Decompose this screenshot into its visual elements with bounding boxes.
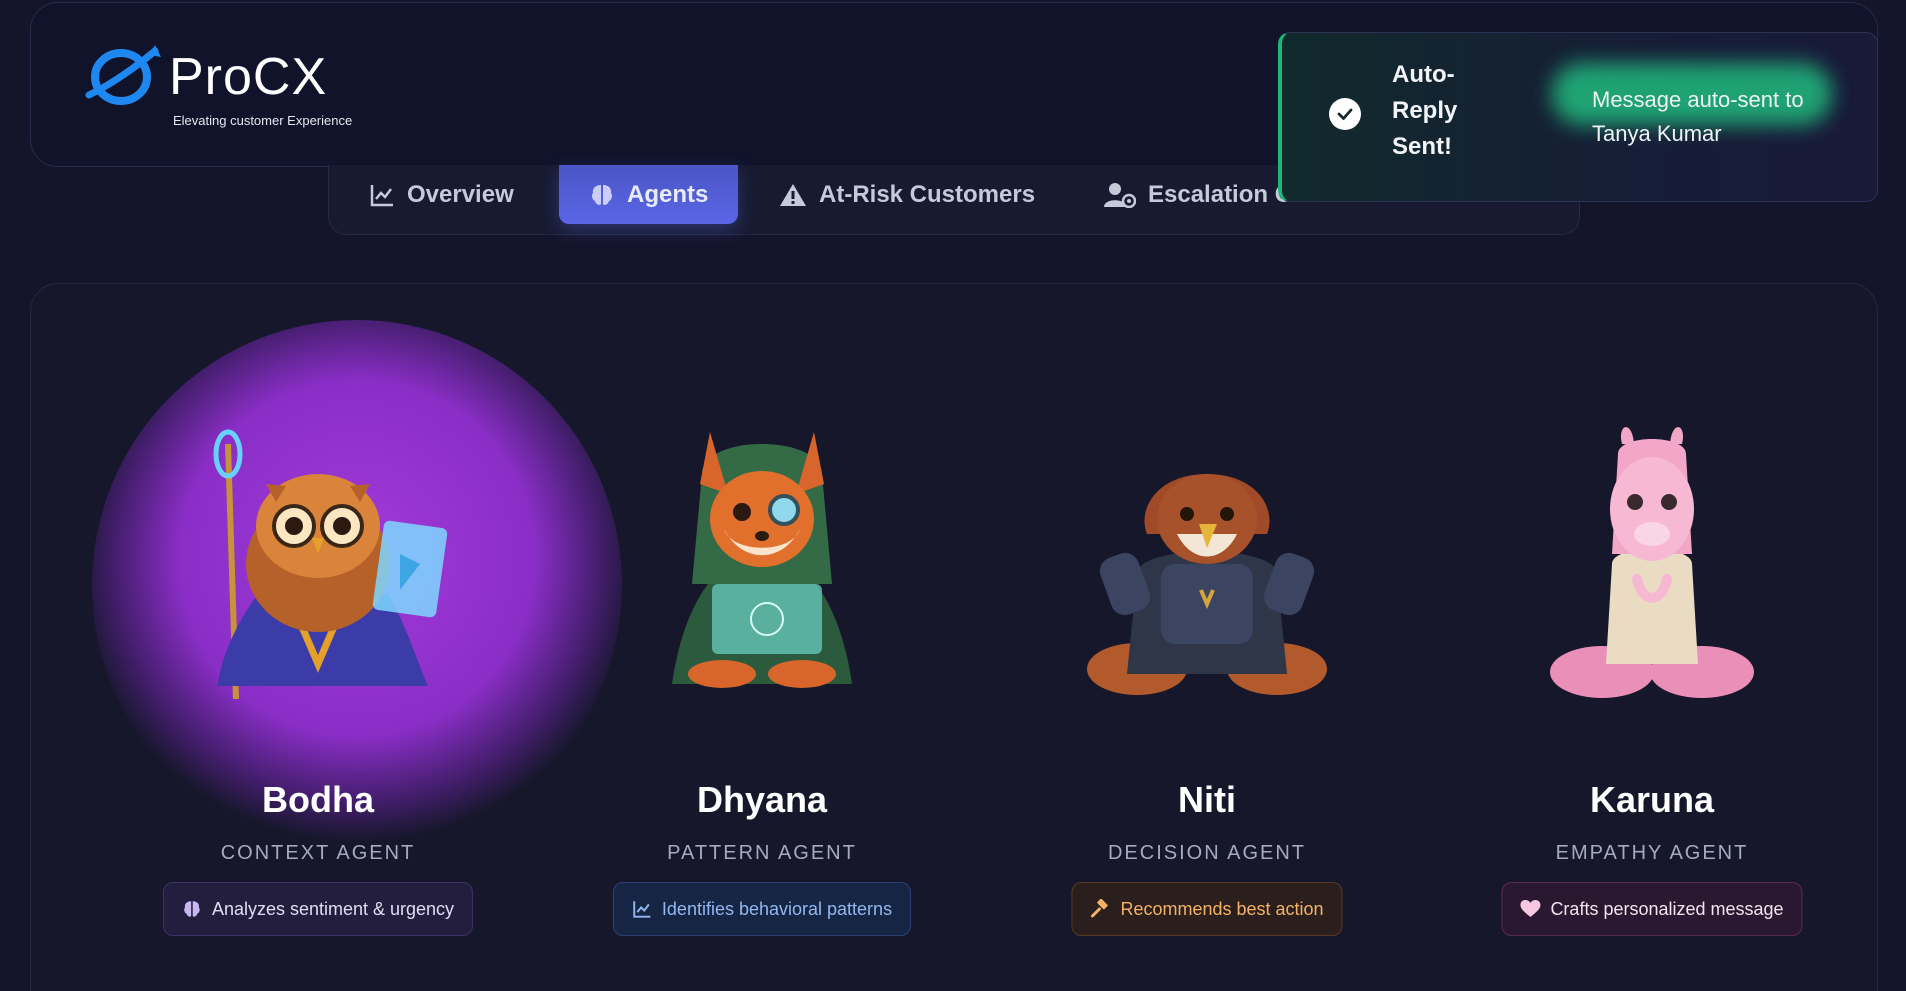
agent-role: PATTERN AGENT [667, 842, 857, 864]
agent-card-bodha[interactable]: Bodha CONTEXT AGENT Analyzes sentiment &… [92, 284, 622, 991]
hawk-icon [1087, 474, 1327, 695]
tab-escalation-label: Escalation C [1148, 180, 1293, 208]
brand-title: ProCX [169, 48, 328, 106]
tab-overview-label: Overview [407, 180, 514, 208]
agent-card-karuna[interactable]: Karuna EMPATHY AGENT Crafts personalized… [1432, 284, 1872, 991]
agent-name: Dhyana [696, 779, 828, 820]
procx-logo-icon [85, 45, 161, 105]
agents-panel: Bodha CONTEXT AGENT Analyzes sentiment &… [30, 283, 1878, 991]
agent-name: Niti [1178, 779, 1236, 820]
agent-tag-label: Identifies behavioral patterns [661, 898, 893, 919]
fox-icon [672, 432, 852, 688]
gavel-icon [1090, 899, 1108, 918]
agent-role: CONTEXT AGENT [220, 842, 416, 864]
agent-tag: Identifies behavioral patterns [612, 882, 912, 936]
tab-agents-label: Agents [627, 180, 709, 208]
chart-line-icon [370, 184, 393, 206]
toast-title: Auto-Reply Sent! [1392, 61, 1458, 160]
agent-role: EMPATHY AGENT [1555, 842, 1749, 864]
owl-icon [213, 429, 448, 700]
auto-reply-toast[interactable]: Auto-Reply Sent! Message auto-sent to Ta… [1278, 32, 1878, 202]
toast-message: Message auto-sent to Tanya Kumar [1592, 87, 1804, 146]
tab-at-risk-customers[interactable]: At-Risk Customers [779, 165, 1035, 224]
agent-name: Bodha [262, 779, 374, 820]
agent-card-niti[interactable]: Niti DECISION AGENT Recommends best acti… [987, 284, 1427, 991]
heart-icon [1520, 900, 1541, 917]
brain-icon [591, 184, 613, 205]
brain-icon [184, 901, 200, 917]
check-circle-icon [1329, 98, 1361, 130]
tab-overview[interactable]: Overview [369, 165, 514, 224]
agent-tag: Analyzes sentiment & urgency [162, 882, 474, 936]
agent-tag: Crafts personalized message [1501, 882, 1803, 936]
llama-icon [1550, 427, 1754, 698]
tab-escalation[interactable]: Escalation C [1104, 165, 1292, 224]
agent-card-dhyana[interactable]: Dhyana PATTERN AGENT Identifies behavior… [542, 284, 982, 991]
tab-at-risk-label: At-Risk Customers [819, 180, 1036, 208]
tab-agents[interactable]: Agents [559, 165, 739, 224]
brand-subtitle: Elevating customer Experience [173, 113, 353, 128]
agent-tag-label: Recommends best action [1120, 898, 1324, 919]
agent-name: Karuna [1589, 779, 1715, 820]
warning-icon [780, 183, 806, 206]
agent-tag-label: Analyzes sentiment & urgency [211, 898, 455, 919]
agent-tag: Recommends best action [1071, 882, 1343, 936]
agent-tag-label: Crafts personalized message [1550, 898, 1784, 919]
agent-role: DECISION AGENT [1107, 842, 1307, 864]
user-gear-icon [1104, 182, 1136, 208]
chart-line-icon [633, 901, 651, 918]
